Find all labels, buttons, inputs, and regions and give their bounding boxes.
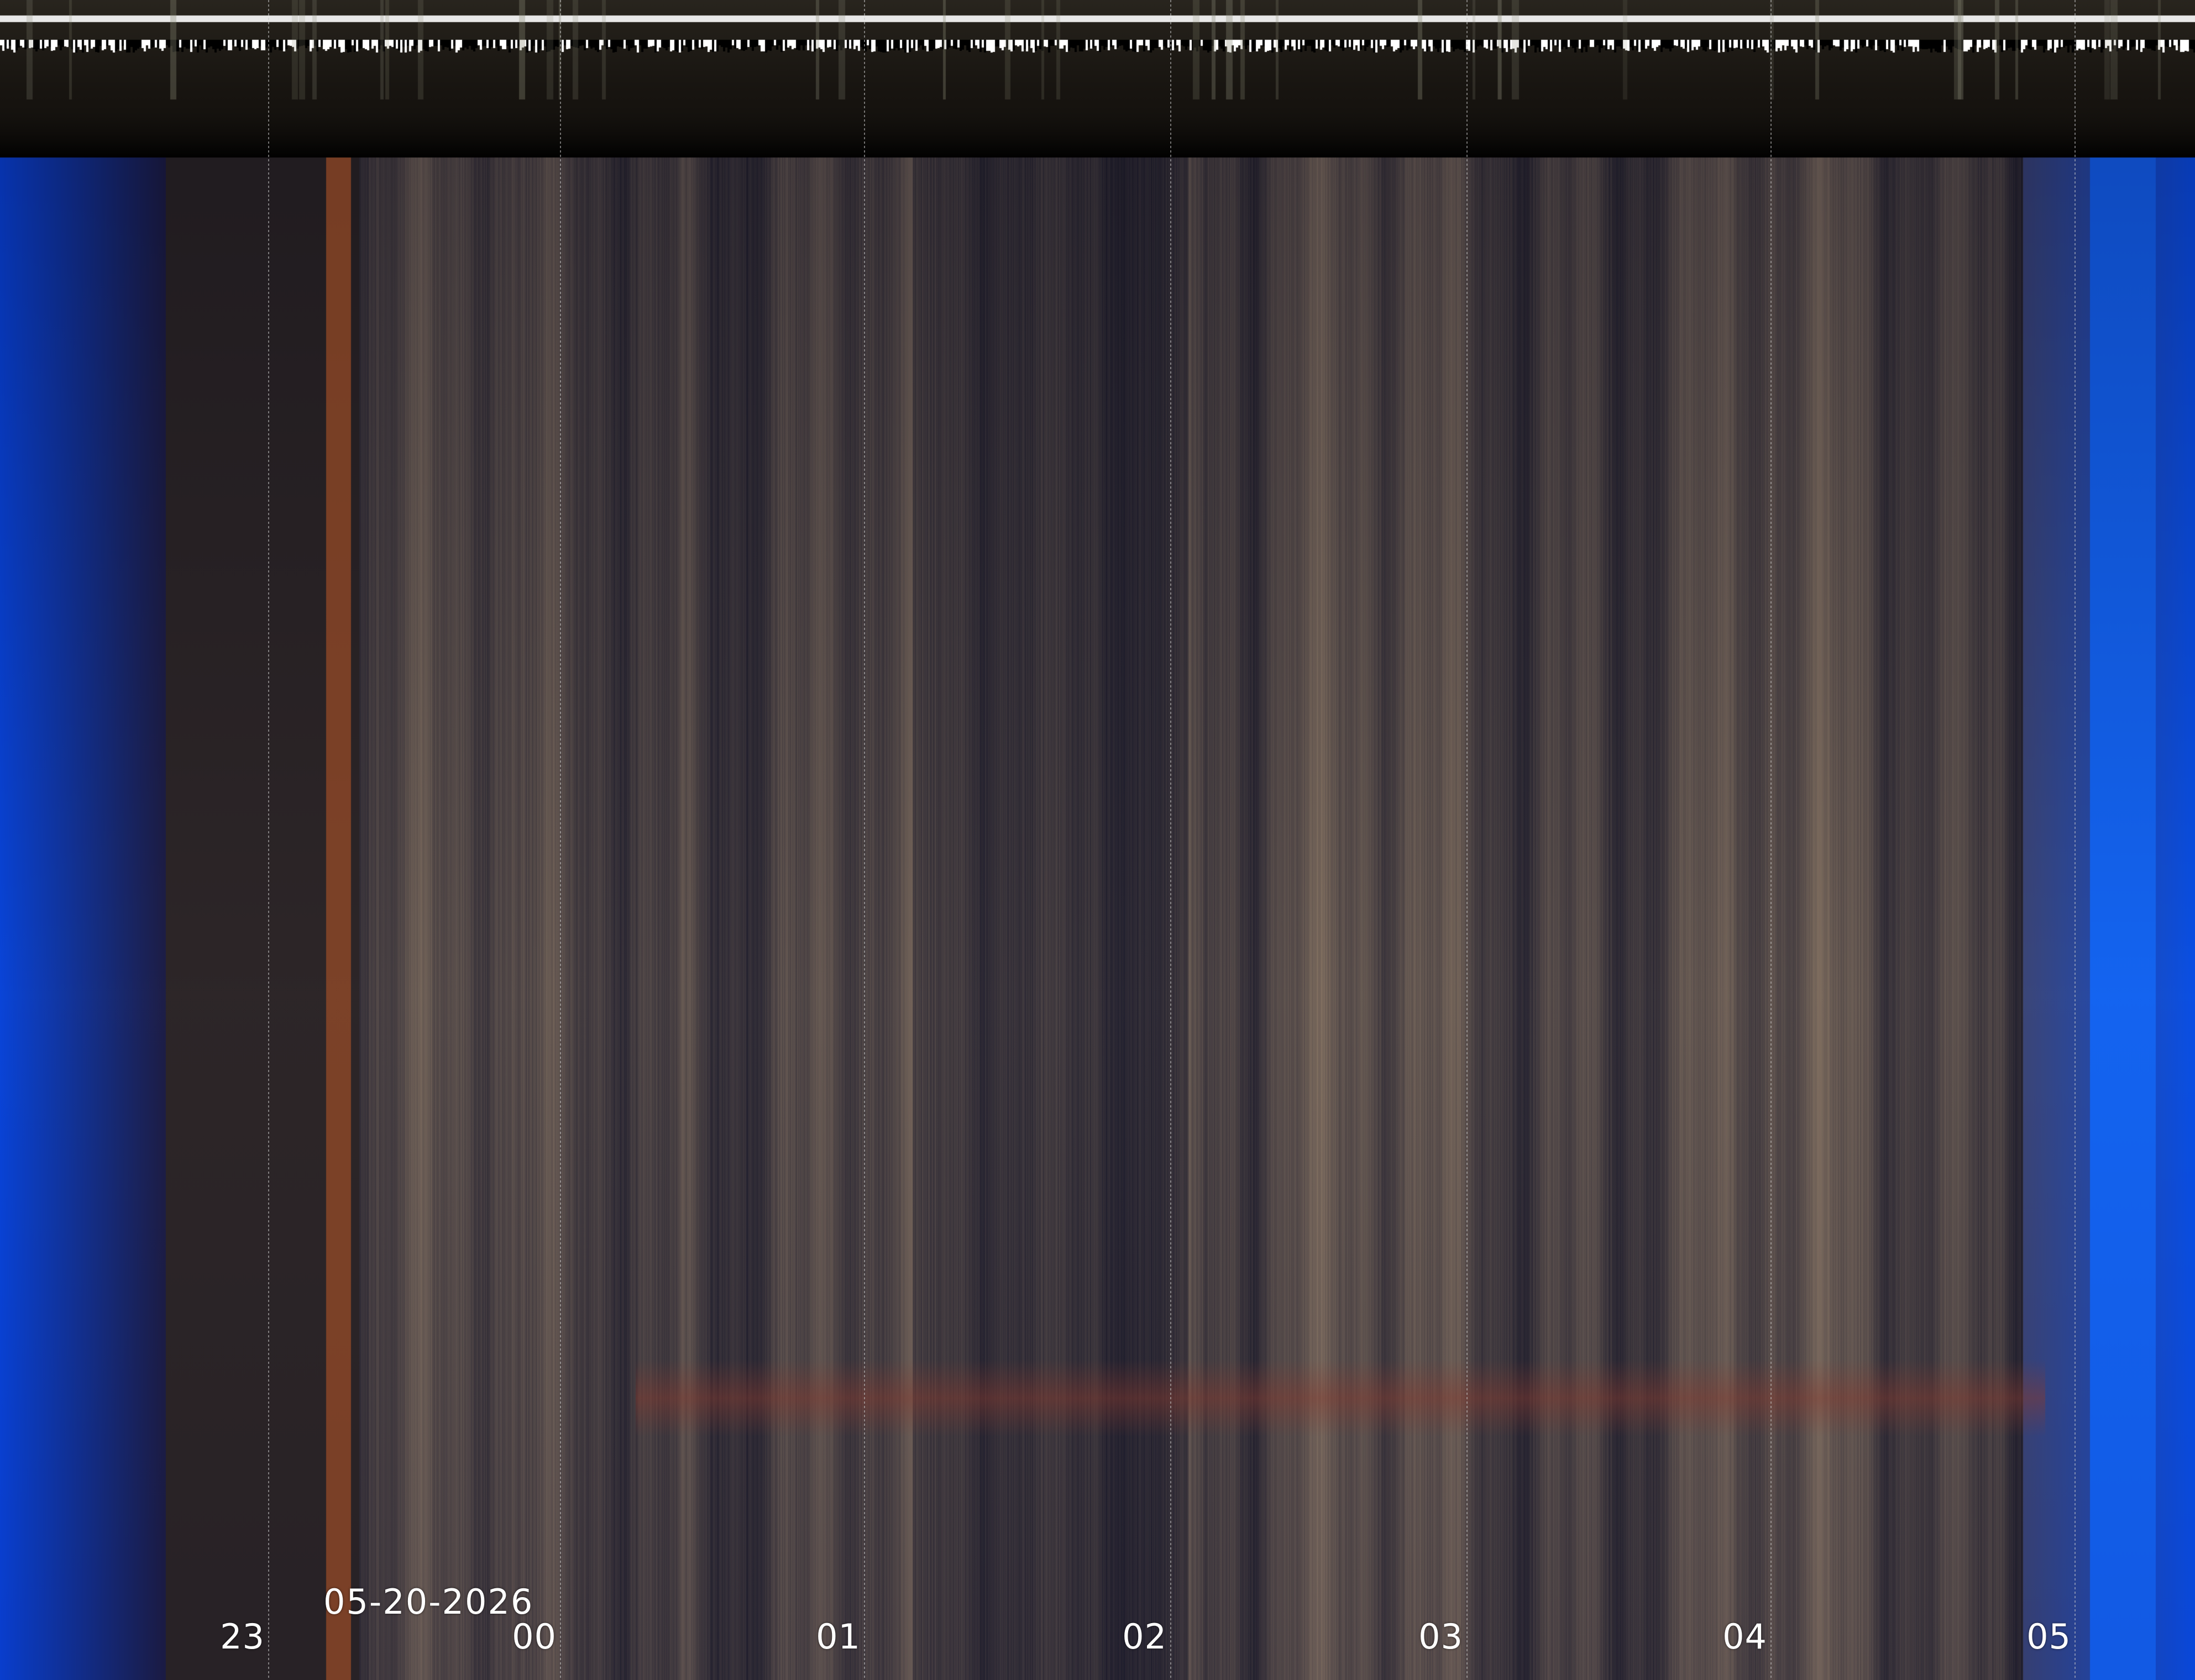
keogram-image (0, 0, 2195, 1680)
